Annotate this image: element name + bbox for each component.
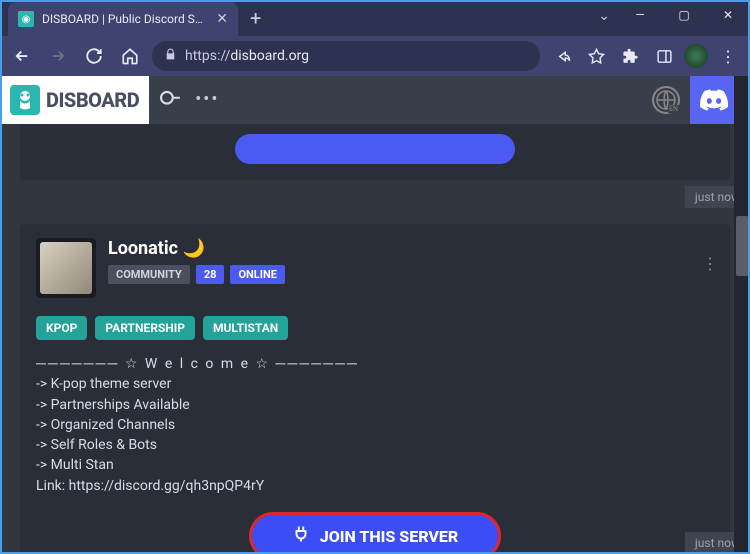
- sidepanel-icon[interactable]: [650, 42, 678, 70]
- community-badge: COMMUNITY: [108, 265, 190, 284]
- tab-title: DISBOARD | Public Discord Serve: [42, 12, 208, 26]
- maximize-button[interactable]: ▢: [662, 0, 706, 30]
- nav-bar: https://disboard.org ⋮: [0, 36, 750, 76]
- tabs-dropdown-icon[interactable]: ⌄: [598, 8, 610, 24]
- profile-avatar[interactable]: [684, 44, 708, 68]
- home-button[interactable]: [116, 42, 144, 70]
- desc-line: -> K-pop theme server: [36, 374, 714, 394]
- search-icon[interactable]: [155, 84, 187, 116]
- forward-button[interactable]: [44, 42, 72, 70]
- tag-multistan[interactable]: MULTISTAN: [203, 316, 288, 340]
- bookmark-icon[interactable]: [582, 42, 610, 70]
- desc-line: -> Self Roles & Bots: [36, 435, 714, 455]
- card-more-icon[interactable]: ⋮: [702, 254, 718, 273]
- desc-line: -> Partnerships Available: [36, 395, 714, 415]
- server-badges: COMMUNITY 28 ONLINE: [108, 265, 285, 284]
- url-text: https://disboard.org: [185, 48, 309, 64]
- discord-login-button[interactable]: [690, 76, 738, 124]
- tag-kpop[interactable]: KPOP: [36, 316, 87, 340]
- titlebar: ◉ DISBOARD | Public Discord Serve ✕ + ⌄ …: [0, 0, 750, 36]
- server-name[interactable]: Loonatic 🌙: [108, 238, 285, 259]
- back-button[interactable]: [8, 42, 36, 70]
- tab-favicon: ◉: [18, 11, 34, 27]
- page-content: DISBOARD ••• EN just now: [0, 76, 750, 554]
- browser-tab[interactable]: ◉ DISBOARD | Public Discord Serve ✕: [8, 2, 238, 36]
- browser-chrome: ◉ DISBOARD | Public Discord Serve ✕ + ⌄ …: [0, 0, 750, 76]
- brand-name: DISBOARD: [46, 88, 139, 112]
- new-tab-button[interactable]: +: [250, 6, 261, 30]
- url-domain: disboard.org: [230, 48, 309, 64]
- close-window-button[interactable]: ✕: [706, 0, 750, 30]
- discord-icon: [700, 89, 728, 111]
- language-icon[interactable]: EN: [652, 86, 680, 114]
- server-tags: KPOP PARTNERSHIP MULTISTAN: [36, 316, 714, 340]
- share-icon[interactable]: [548, 42, 576, 70]
- lock-icon: [164, 48, 177, 64]
- online-badge: ONLINE: [230, 265, 284, 284]
- plug-icon: [292, 525, 310, 547]
- join-label: JOIN THIS SERVER: [320, 527, 458, 546]
- site-header: DISBOARD ••• EN: [0, 76, 750, 124]
- previous-server-card: just now: [20, 124, 730, 180]
- online-count-badge: 28: [196, 265, 225, 284]
- server-avatar[interactable]: [36, 238, 96, 298]
- menu-icon[interactable]: ⋮: [714, 42, 742, 70]
- more-menu-icon[interactable]: •••: [195, 89, 219, 110]
- tag-partnership[interactable]: PARTNERSHIP: [95, 316, 195, 340]
- minimize-button[interactable]: —: [618, 0, 662, 30]
- window-controls: — ▢ ✕: [618, 0, 750, 30]
- desc-line: -> Multi Stan: [36, 455, 714, 475]
- extensions-icon[interactable]: [616, 42, 644, 70]
- language-label: EN: [668, 105, 679, 113]
- address-bar[interactable]: https://disboard.org: [152, 41, 540, 71]
- desc-line: Link: https://discord.gg/qh3npQP4rY: [36, 476, 714, 496]
- server-description: ─────── ☆ W e l c o m e ☆ ─────── -> K-p…: [36, 354, 714, 496]
- desc-line: -> Organized Channels: [36, 415, 714, 435]
- url-scheme: https://: [185, 48, 230, 64]
- tab-close-icon[interactable]: ✕: [216, 11, 228, 27]
- scrollbar-thumb[interactable]: [736, 216, 748, 276]
- brand[interactable]: DISBOARD: [0, 76, 149, 124]
- header-toolbar: ••• EN: [149, 76, 750, 124]
- previous-join-button[interactable]: [235, 134, 515, 164]
- scrollbar-track[interactable]: [734, 76, 750, 554]
- server-card: Loonatic 🌙 COMMUNITY 28 ONLINE ⋮ KPOP PA…: [20, 224, 730, 554]
- desc-welcome: ─────── ☆ W e l c o m e ☆ ───────: [36, 354, 714, 374]
- reload-button[interactable]: [80, 42, 108, 70]
- brand-icon: [10, 85, 40, 115]
- join-server-button[interactable]: JOIN THIS SERVER: [249, 512, 501, 554]
